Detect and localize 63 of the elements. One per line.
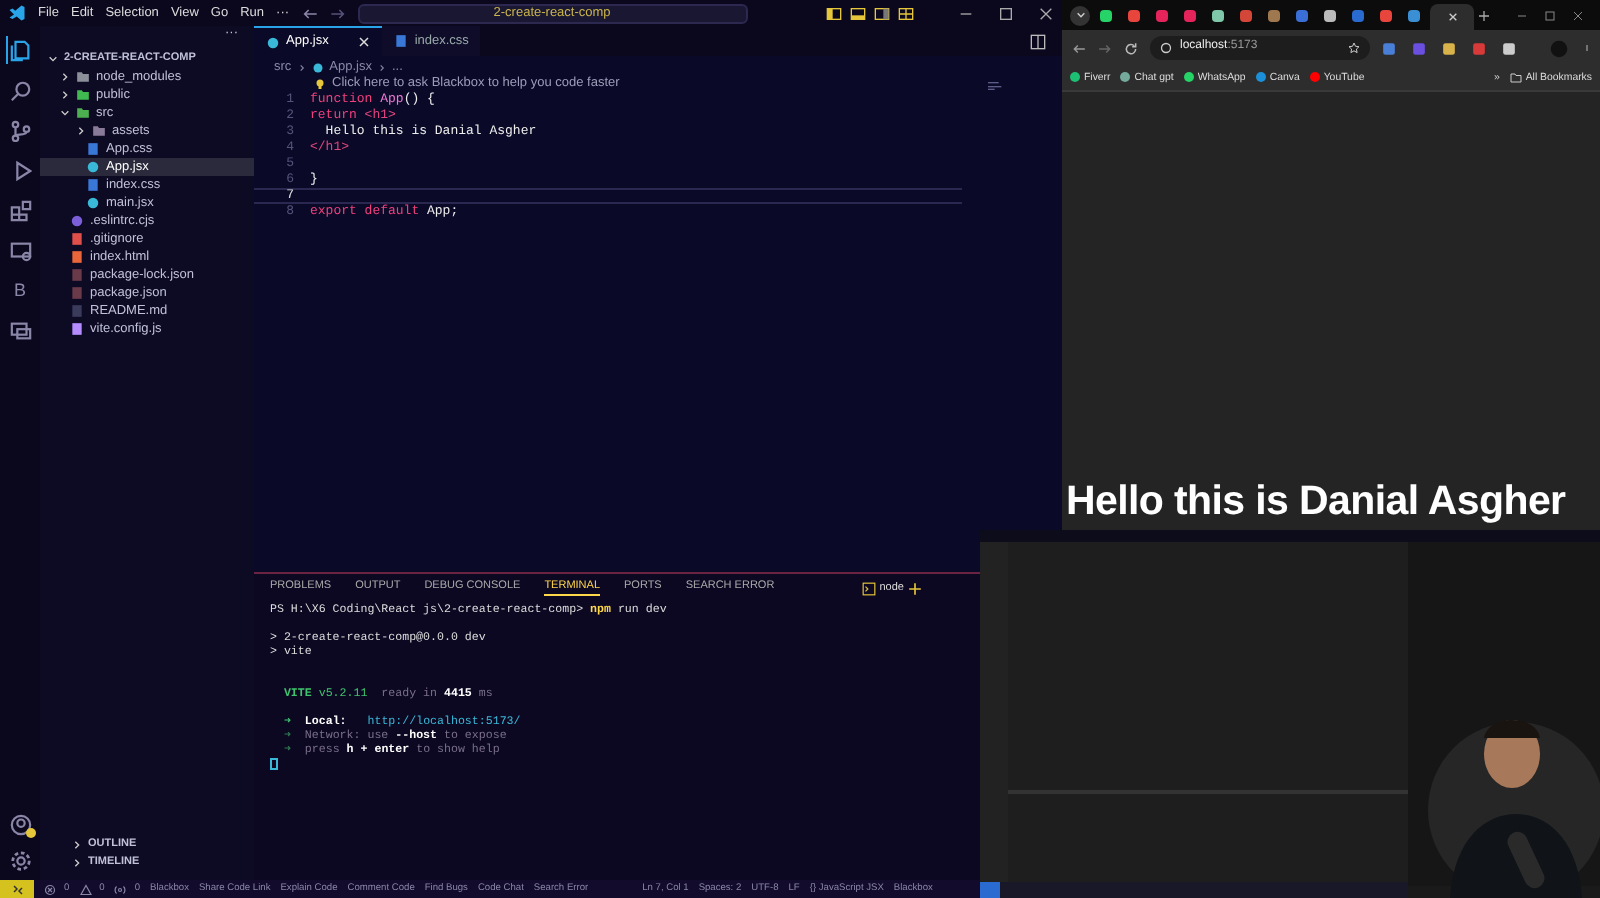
files-icon[interactable]	[10, 39, 32, 61]
favicon-icon	[1408, 9, 1420, 21]
extensions-icon[interactable]	[9, 199, 31, 221]
layout-icon[interactable]	[850, 5, 866, 21]
remote-icon	[11, 883, 23, 895]
favicon-icon	[1352, 9, 1364, 21]
broadcast-icon	[114, 883, 127, 895]
folder-icon	[1509, 71, 1522, 84]
terminal-icon	[861, 581, 876, 595]
close-icon[interactable]	[1447, 12, 1457, 22]
layout-icon[interactable]	[874, 5, 890, 21]
file-icon	[266, 35, 280, 49]
react-file-icon	[311, 62, 324, 74]
favicon-icon	[1156, 9, 1168, 21]
page-heading: Hello this is Danial Asgher	[1064, 478, 1568, 528]
extension-icon[interactable]	[1502, 41, 1516, 55]
back-arrow-icon[interactable]	[301, 5, 318, 21]
error-icon	[44, 883, 56, 895]
favicon-icon	[1324, 9, 1336, 21]
branch-icon[interactable]	[9, 119, 31, 141]
back-arrow-icon[interactable]	[1072, 41, 1086, 55]
chevron-down-icon	[60, 108, 70, 118]
warning-icon	[79, 883, 92, 895]
favicon-icon	[1380, 9, 1392, 21]
favicon-icon	[1212, 9, 1224, 21]
maximize-icon[interactable]	[1544, 9, 1556, 21]
monitor-icon[interactable]	[9, 239, 31, 261]
lightbulb-icon[interactable]	[314, 78, 326, 90]
reload-icon[interactable]	[1124, 41, 1138, 55]
close-icon[interactable]	[1038, 5, 1054, 21]
split-editor-icon[interactable]	[1030, 34, 1046, 50]
layout-icon[interactable]	[826, 5, 842, 21]
chevron-down-icon	[48, 54, 58, 64]
forward-arrow-icon[interactable]	[329, 5, 346, 21]
layout-icon[interactable]	[898, 5, 914, 21]
chevron-right-icon	[76, 126, 86, 136]
favicon-icon	[1184, 9, 1196, 21]
star-icon[interactable]	[1348, 42, 1360, 54]
favicon-icon	[1128, 9, 1140, 21]
maximize-icon[interactable]	[998, 5, 1014, 21]
favicon-icon	[1268, 9, 1280, 21]
favicon-icon	[1240, 9, 1252, 21]
plus-icon[interactable]	[908, 581, 922, 595]
chevron-down-icon	[1075, 10, 1085, 20]
favicon-icon	[1100, 9, 1112, 21]
badge-dot-icon	[25, 828, 35, 838]
extension-icon[interactable]	[1442, 41, 1456, 55]
search-icon[interactable]	[9, 79, 31, 101]
new-tab-icon[interactable]	[1478, 9, 1490, 21]
file-icon	[394, 34, 409, 48]
account-icon[interactable]	[9, 814, 31, 836]
settings-icon[interactable]	[9, 850, 31, 872]
chat-icon[interactable]	[9, 319, 31, 341]
tab-search-button[interactable]	[1070, 5, 1090, 25]
terminal-cursor	[270, 758, 278, 770]
extension-icon[interactable]	[1382, 41, 1396, 55]
remote-button[interactable]	[0, 880, 34, 898]
site-info-icon	[1160, 42, 1172, 54]
chevron-right-icon	[378, 64, 386, 72]
favicon-icon	[1296, 9, 1308, 21]
browser-tab[interactable]	[1430, 4, 1474, 30]
vscode-logo-icon	[8, 4, 26, 22]
blackbox-button[interactable]: B	[13, 279, 26, 301]
